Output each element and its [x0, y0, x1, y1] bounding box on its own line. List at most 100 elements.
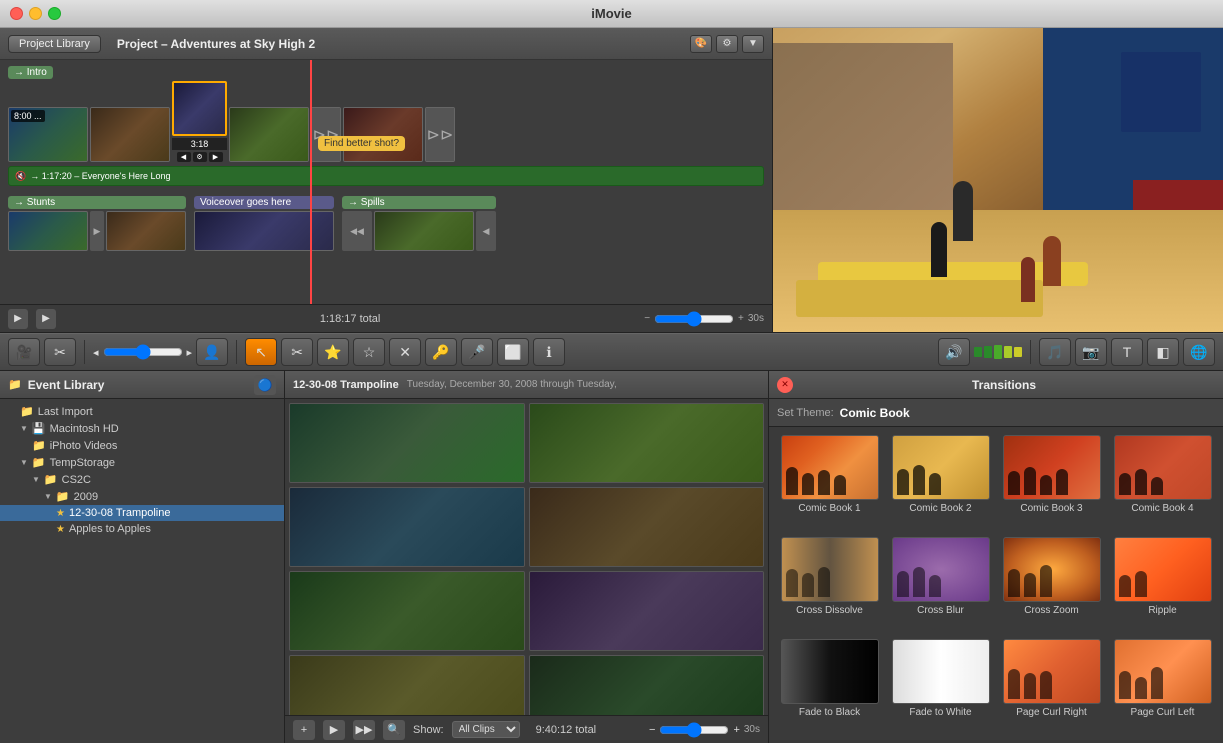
clip-4[interactable]	[229, 107, 309, 162]
transition-fade-to-white[interactable]: Fade to White	[888, 639, 993, 735]
play-event-button2[interactable]: ▶▶	[353, 720, 375, 740]
event-clip-7[interactable]	[289, 655, 525, 715]
sidebar-item-trampoline[interactable]: ★ 12-30-08 Trampoline	[0, 505, 284, 521]
voiceover-clip[interactable]	[194, 211, 334, 251]
clip-ctrl-left[interactable]: ◀	[177, 152, 191, 162]
transition-page-curl-right[interactable]: Page Curl Right	[999, 639, 1104, 735]
maximize-button[interactable]	[48, 7, 61, 20]
transition-comic-book-4[interactable]: Comic Book 4	[1110, 435, 1215, 531]
expand-icon-button[interactable]: ▼	[742, 35, 764, 53]
crop-button[interactable]: ⬜	[497, 338, 529, 366]
footer-zoom-minus-icon[interactable]: −	[649, 724, 655, 736]
fade-to-white-thumb	[892, 639, 990, 704]
minimize-button[interactable]	[29, 7, 42, 20]
reject-button[interactable]: ✕	[389, 338, 421, 366]
event-clip-8[interactable]	[529, 655, 765, 715]
magnify-button[interactable]: 🔍	[383, 720, 405, 740]
audio-icon-button[interactable]: 🔊	[938, 338, 970, 366]
settings-icon-button[interactable]: ⚙	[716, 35, 738, 53]
star-full-button[interactable]: ⭐	[317, 338, 349, 366]
transition-comic-book-2[interactable]: Comic Book 2	[888, 435, 993, 531]
transition-cross-blur[interactable]: Cross Blur	[888, 537, 993, 633]
clip-ctrl-settings[interactable]: ⚙	[193, 152, 207, 162]
clip-1[interactable]: 8:00 ...	[8, 107, 88, 162]
voiceover-button[interactable]: 🎤	[461, 338, 493, 366]
transition-ripple[interactable]: Ripple	[1110, 537, 1215, 633]
music-button[interactable]: 🎵	[1039, 338, 1071, 366]
transition-comic-book-3[interactable]: Comic Book 3	[999, 435, 1104, 531]
zoom-minus-icon[interactable]: −	[644, 313, 650, 324]
close-button[interactable]	[10, 7, 23, 20]
clip-skip2[interactable]: ⊳⊳	[425, 107, 455, 162]
project-header: Project Library Project – Adventures at …	[0, 28, 772, 60]
sidebar-item-2009[interactable]: ▼ 📁 2009	[0, 488, 284, 505]
footer-zoom-slider[interactable]	[659, 722, 729, 738]
sidebar-item-last-import[interactable]: 📁 Last Import	[0, 403, 284, 420]
clip-tool-button[interactable]: ✂	[281, 338, 313, 366]
project-library-button[interactable]: Project Library	[8, 35, 101, 53]
sidebar-expand-button[interactable]: 🔵	[254, 375, 276, 395]
zoom-plus-icon[interactable]: +	[738, 313, 744, 324]
clip-skip[interactable]: ⊳⊳	[311, 107, 341, 162]
cs2c-triangle-icon: ▼	[32, 475, 40, 484]
clip-size-slider[interactable]	[103, 344, 183, 360]
clip-ctrl-right[interactable]: ▶	[209, 152, 223, 162]
transition-cross-zoom[interactable]: Cross Zoom	[999, 537, 1104, 633]
sidebar-item-temp-storage[interactable]: ▼ 📁 TempStorage	[0, 454, 284, 471]
keyword-button[interactable]: 🔑	[425, 338, 457, 366]
transition-fade-to-black[interactable]: Fade to Black	[777, 639, 882, 735]
play-event-button[interactable]: ▶	[323, 720, 345, 740]
show-select[interactable]: All Clips Favorites	[452, 721, 520, 738]
macintosh-hd-triangle-icon: ▼	[20, 424, 28, 433]
footer-zoom-plus-icon[interactable]: +	[733, 724, 739, 736]
clip-2[interactable]	[90, 107, 170, 162]
transition-button[interactable]: ◧	[1147, 338, 1179, 366]
sidebar-item-macintosh-hd[interactable]: ▼ 💾 Macintosh HD	[0, 420, 284, 437]
transition-page-curl-left[interactable]: Page Curl Left	[1110, 639, 1215, 735]
clip-total: 9:40:12 total	[536, 724, 597, 736]
clip-5[interactable]	[343, 107, 423, 162]
traffic-lights	[10, 7, 61, 20]
trim-tool-button[interactable]: ✂	[44, 338, 76, 366]
person-23	[1040, 565, 1052, 597]
add-event-button[interactable]: +	[293, 720, 315, 740]
event-clip-6[interactable]	[529, 571, 765, 651]
clip-time: 8:00 ...	[11, 110, 45, 122]
silhouette-6	[893, 563, 945, 601]
transition-cross-dissolve[interactable]: Cross Dissolve	[777, 537, 882, 633]
sidebar-title: Event Library	[28, 378, 105, 392]
stunts-icon: ▶	[90, 211, 104, 251]
portrait-icon[interactable]: 👤	[196, 338, 228, 366]
transitions-close-button[interactable]: ✕	[777, 377, 793, 393]
trampoline-label: 12-30-08 Trampoline	[69, 507, 171, 519]
event-footer: + ▶ ▶▶ 🔍 Show: All Clips Favorites 9:40:…	[285, 715, 768, 743]
event-clip-4[interactable]	[529, 487, 765, 567]
selected-clip[interactable]	[172, 81, 227, 136]
title-button[interactable]: T	[1111, 338, 1143, 366]
theme-icon-button[interactable]: 🎨	[690, 35, 712, 53]
sidebar-item-iphoto-videos[interactable]: 📁 iPhoto Videos	[0, 437, 284, 454]
stunts-clip-2[interactable]	[106, 211, 186, 251]
camera-tool-button[interactable]: 🎥	[8, 338, 40, 366]
event-clip-3[interactable]	[289, 487, 525, 567]
temp-storage-label: TempStorage	[50, 457, 115, 469]
sidebar-item-apples[interactable]: ★ Apples to Apples	[0, 521, 284, 537]
transition-comic-book-1[interactable]: Comic Book 1	[777, 435, 882, 531]
event-clip-2[interactable]	[529, 403, 765, 483]
scene-figure2	[1043, 236, 1061, 286]
globe-button[interactable]: 🌐	[1183, 338, 1215, 366]
star-empty-button[interactable]: ☆	[353, 338, 385, 366]
preview-image	[773, 28, 1223, 332]
select-tool-button[interactable]: ↖	[245, 338, 277, 366]
sidebar-item-cs2c[interactable]: ▼ 📁 CS2C	[0, 471, 284, 488]
stunts-clip-1[interactable]	[8, 211, 88, 251]
play-button2[interactable]: ▶	[36, 309, 56, 329]
zoom-slider[interactable]	[654, 311, 734, 327]
person-5	[897, 469, 909, 495]
event-clip-5[interactable]	[289, 571, 525, 651]
event-clip-1[interactable]	[289, 403, 525, 483]
spills-clip[interactable]	[374, 211, 474, 251]
play-button[interactable]: ▶	[8, 309, 28, 329]
info-button[interactable]: ℹ	[533, 338, 565, 366]
photo-button[interactable]: 📷	[1075, 338, 1107, 366]
